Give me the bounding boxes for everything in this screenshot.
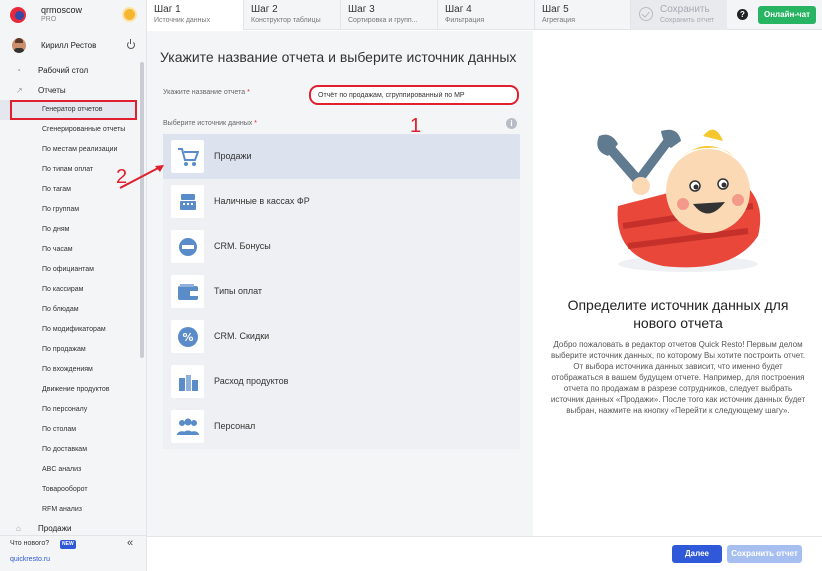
info-icon[interactable]: i <box>506 118 517 129</box>
check-circle-icon <box>639 7 653 21</box>
report-name-input[interactable] <box>309 85 519 105</box>
svg-text:%: % <box>182 331 193 344</box>
user-name: Кирилл Рестов <box>41 41 97 50</box>
discount-icon: % <box>171 320 204 353</box>
sidebar-item-by-cashiers[interactable]: По кассирам <box>0 280 137 300</box>
sidebar-item-by-dishes[interactable]: По блюдам <box>0 300 137 320</box>
sidebar-item-by-staff[interactable]: По персоналу <box>0 400 137 420</box>
sidebar-item-by-entries[interactable]: По вхождениям <box>0 360 137 380</box>
source-item-crm-discounts[interactable]: % CRM. Скидки <box>163 314 520 359</box>
sidebar-item-by-tables[interactable]: По столам <box>0 420 137 440</box>
help-title: Определите источник данных для нового от… <box>567 297 789 331</box>
tab-step-1[interactable]: Шаг 1 Источник данных <box>147 0 244 30</box>
wizard-steps: Шаг 1 Источник данных Шаг 2 Конструктор … <box>147 0 822 30</box>
brand[interactable]: qrmoscow PRO <box>0 0 147 32</box>
source-item-payment-types[interactable]: Типы оплат <box>163 269 520 314</box>
sidebar-item-dashboard[interactable]: ◔ Рабочий стол <box>0 63 140 79</box>
dashboard-icon: ◔ <box>16 66 21 75</box>
sidebar-item-abc-analysis[interactable]: ABC анализ <box>0 460 137 480</box>
sidebar-item-reports[interactable]: ↗ Отчеты <box>0 83 140 99</box>
products-icon <box>171 365 204 398</box>
source-item-cash[interactable]: Наличные в кассах ФР <box>163 179 520 224</box>
people-icon <box>171 410 204 443</box>
report-name-label: Укажите название отчета * <box>163 89 250 96</box>
baby-with-wrench-illustration-icon <box>597 129 761 272</box>
tab-step-3[interactable]: Шаг 3 Сортировка и групп... <box>341 0 438 30</box>
tab-step-5[interactable]: Шаг 5 Агрегация <box>535 0 631 30</box>
collapse-sidebar-icon[interactable]: « <box>127 537 133 549</box>
sidebar-item-generated-reports[interactable]: Сгенерированные отчеты <box>0 120 137 140</box>
page-title: Укажите название отчета и выберите источ… <box>160 49 517 65</box>
cash-register-icon <box>171 185 204 218</box>
sidebar-item-by-places[interactable]: По местам реализации <box>0 140 137 160</box>
sidebar-item-by-waiters[interactable]: По официантам <box>0 260 137 280</box>
sidebar: qrmoscow PRO Кирилл Рестов ◔ Рабочий сто… <box>0 0 147 571</box>
reports-icon: ↗ <box>16 86 23 95</box>
source-list: Продажи Наличные в кассах ФР CRM. Бонусы… <box>163 134 520 449</box>
highlight-box <box>10 100 137 120</box>
sidebar-scrollbar[interactable] <box>140 62 144 358</box>
sidebar-item-by-groups[interactable]: По группам <box>0 200 137 220</box>
quickresto-logo-icon <box>10 7 26 23</box>
next-button[interactable]: Далее <box>672 545 722 563</box>
source-item-crm-bonuses[interactable]: CRM. Бонусы <box>163 224 520 269</box>
cart-icon <box>171 140 204 173</box>
user-profile[interactable]: Кирилл Рестов <box>0 36 147 56</box>
sidebar-item-by-modifiers[interactable]: По модификаторам <box>0 320 137 340</box>
basket-icon: ⌂ <box>16 524 21 533</box>
tab-step-4[interactable]: Шаг 4 Фильтрация <box>438 0 535 30</box>
sidebar-item-by-deliveries[interactable]: По доставкам <box>0 440 137 460</box>
sidebar-item-by-days[interactable]: По дням <box>0 220 137 240</box>
sidebar-item-turnover[interactable]: Товарооборот <box>0 480 137 500</box>
sidebar-item-rfm-analysis[interactable]: RFM анализ <box>0 500 137 520</box>
annotation-number-1: 1 <box>410 115 422 137</box>
tab-save[interactable]: Сохранить Сохранить отчет <box>631 0 727 30</box>
brand-plan: PRO <box>41 16 57 23</box>
tab-step-2[interactable]: Шаг 2 Конструктор таблицы <box>244 0 341 30</box>
online-chat-button[interactable]: Онлайн-чат <box>758 6 816 24</box>
logout-power-icon[interactable] <box>127 39 135 49</box>
sidebar-item-by-sales[interactable]: По продажам <box>0 340 137 360</box>
bonus-badge-icon <box>171 230 204 263</box>
whats-new-link[interactable]: Что нового? <box>10 540 49 547</box>
theme-sun-icon[interactable] <box>124 9 135 20</box>
help-panel: Определите источник данных для нового от… <box>533 31 822 536</box>
sidebar-footer: Что нового? NEW « quickresto.ru <box>0 535 147 571</box>
annotation-arrow-icon <box>119 165 164 189</box>
source-label: Выберите источник данных * <box>163 120 257 127</box>
site-link[interactable]: quickresto.ru <box>10 556 50 563</box>
bottom-bar: Далее Сохранить отчет <box>147 536 822 571</box>
brand-name: qrmoscow <box>41 5 83 15</box>
source-form: Укажите название отчета и выберите источ… <box>147 31 533 536</box>
help-description: Добро пожаловать в редактор отчетов Quic… <box>550 340 806 415</box>
help-icon[interactable]: ? <box>737 9 748 20</box>
wallet-icon <box>171 275 204 308</box>
source-item-staff[interactable]: Персонал <box>163 404 520 449</box>
sidebar-item-product-movement[interactable]: Движение продуктов <box>0 380 137 400</box>
source-item-sales[interactable]: Продажи <box>163 134 520 179</box>
source-item-product-usage[interactable]: Расход продуктов <box>163 359 520 404</box>
save-report-button[interactable]: Сохранить отчет <box>727 545 802 563</box>
avatar <box>12 38 26 53</box>
new-badge: NEW <box>60 540 76 549</box>
sidebar-item-by-hours[interactable]: По часам <box>0 240 137 260</box>
